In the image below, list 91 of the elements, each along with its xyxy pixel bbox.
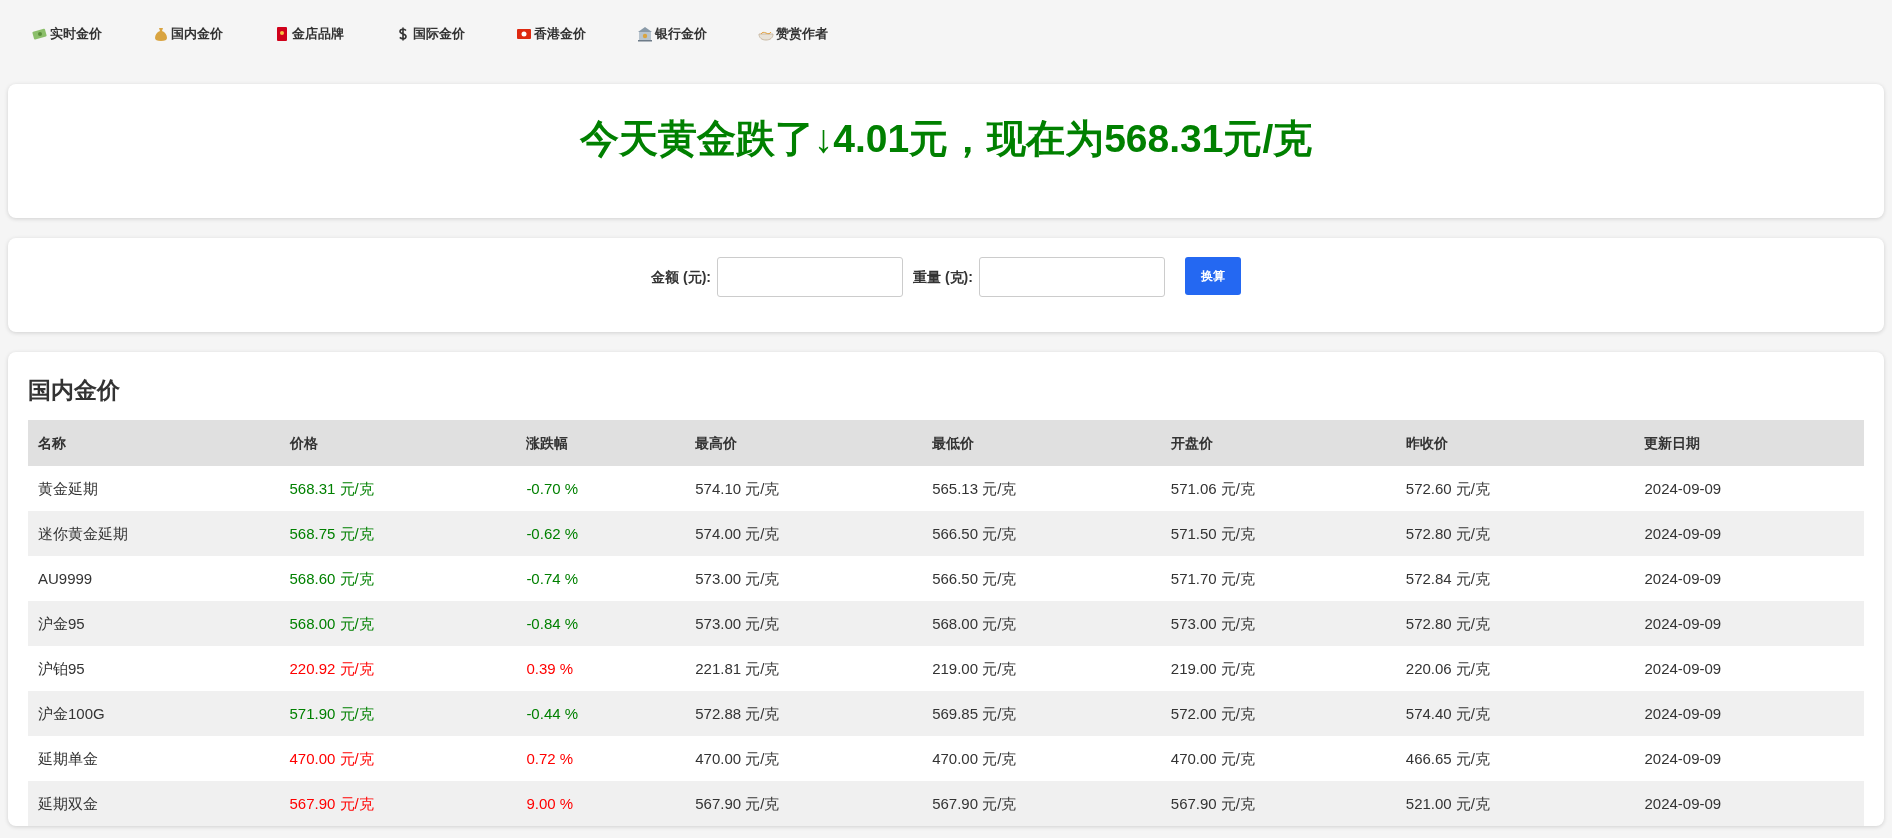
table-cell: 572.80 元/克 <box>1395 511 1635 556</box>
money-bag-icon <box>153 26 169 42</box>
table-cell: 572.60 元/克 <box>1395 466 1635 511</box>
column-header: 涨跌幅 <box>516 420 686 466</box>
table-cell: 220.06 元/克 <box>1395 646 1635 691</box>
table-cell: 2024-09-09 <box>1634 691 1864 736</box>
column-header: 更新日期 <box>1634 420 1864 466</box>
table-cell: 567.90 元/克 <box>279 781 517 826</box>
weight-label: 重量 (克): <box>913 268 973 287</box>
column-header: 名称 <box>28 420 280 466</box>
table-cell: 574.00 元/克 <box>685 511 923 556</box>
table-cell: 572.80 元/克 <box>1395 601 1635 646</box>
column-header: 最高价 <box>685 420 923 466</box>
table-cell: 572.00 元/克 <box>1160 691 1396 736</box>
table-cell: 沪金95 <box>28 601 280 646</box>
table-cell: 566.50 元/克 <box>922 511 1161 556</box>
bank-icon <box>637 26 653 42</box>
table-cell: 573.00 元/克 <box>1160 601 1396 646</box>
table-cell: -0.84 % <box>516 601 686 646</box>
table-cell: 2024-09-09 <box>1634 601 1864 646</box>
table-cell: 延期双金 <box>28 781 280 826</box>
column-header: 最低价 <box>922 420 1161 466</box>
table-cell: 黄金延期 <box>28 466 280 511</box>
weight-input[interactable] <box>978 257 1165 297</box>
section-title: 国内金价 <box>28 376 120 405</box>
table-cell: -0.70 % <box>516 466 686 511</box>
column-header: 开盘价 <box>1160 420 1396 466</box>
table-cell: 9.00 % <box>516 781 686 826</box>
table-cell: 571.90 元/克 <box>279 691 517 736</box>
table-cell: 延期单金 <box>28 736 280 781</box>
table-cell: 568.31 元/克 <box>279 466 517 511</box>
table-cell: 沪金100G <box>28 691 280 736</box>
table-cell: 466.65 元/克 <box>1395 736 1635 781</box>
table-cell: 2024-09-09 <box>1634 646 1864 691</box>
table-cell: 219.00 元/克 <box>1160 646 1396 691</box>
convert-button[interactable]: 换算 <box>1184 257 1241 295</box>
headline-text: 今天黄金跌了↓4.01元，现在为568.31元/克 <box>579 116 1313 160</box>
table-cell: 0.72 % <box>516 736 686 781</box>
table-cell: 219.00 元/克 <box>922 646 1161 691</box>
envelope-icon <box>274 26 290 42</box>
banknote-icon <box>32 26 48 42</box>
table-cell: 569.85 元/克 <box>922 691 1161 736</box>
table-cell: 571.70 元/克 <box>1160 556 1396 601</box>
table-cell: 572.88 元/克 <box>685 691 923 736</box>
table-cell: 565.13 元/克 <box>922 466 1161 511</box>
table-cell: 221.81 元/克 <box>685 646 923 691</box>
nav-link[interactable]: 银行金价 <box>637 26 758 42</box>
table-cell: 572.84 元/克 <box>1395 556 1635 601</box>
nav-link[interactable]: 实时金价 <box>32 26 153 42</box>
table-cell: 574.40 元/克 <box>1395 691 1635 736</box>
nav-link[interactable]: 金店品牌 <box>274 26 395 42</box>
table-cell: 0.39 % <box>516 646 686 691</box>
table-cell: 567.90 元/克 <box>685 781 923 826</box>
table-cell: 2024-09-09 <box>1634 736 1864 781</box>
table-cell: 470.00 元/克 <box>279 736 517 781</box>
table-cell: 567.90 元/克 <box>1160 781 1396 826</box>
nav-link[interactable]: 国际金价 <box>395 26 516 42</box>
nav-link[interactable]: 赞赏作者 <box>758 26 879 42</box>
table-cell: 2024-09-09 <box>1634 511 1864 556</box>
table-cell: 571.50 元/克 <box>1160 511 1396 556</box>
amount-input[interactable] <box>717 257 903 297</box>
table-cell: 470.00 元/克 <box>685 736 923 781</box>
table-cell: 568.60 元/克 <box>279 556 517 601</box>
table-cell: 568.00 元/克 <box>922 601 1161 646</box>
table-cell: 沪铂95 <box>28 646 280 691</box>
table-cell: 迷你黄金延期 <box>28 511 280 556</box>
table-cell: -0.44 % <box>516 691 686 736</box>
table-cell: 573.00 元/克 <box>685 556 923 601</box>
table-cell: 2024-09-09 <box>1634 556 1864 601</box>
table-cell: 571.06 元/克 <box>1160 466 1396 511</box>
nav-link[interactable]: 国内金价 <box>153 26 274 42</box>
table-cell: -0.62 % <box>516 511 686 556</box>
table-cell: 568.00 元/克 <box>279 601 517 646</box>
table-cell: 2024-09-09 <box>1634 781 1864 826</box>
amount-label: 金额 (元): <box>651 268 711 287</box>
table-cell: 568.75 元/克 <box>279 511 517 556</box>
table-cell: -0.74 % <box>516 556 686 601</box>
table-cell: 470.00 元/克 <box>922 736 1161 781</box>
table-cell: 2024-09-09 <box>1634 466 1864 511</box>
table-cell: 573.00 元/克 <box>685 601 923 646</box>
column-header: 价格 <box>279 420 517 466</box>
table-cell: 521.00 元/克 <box>1395 781 1635 826</box>
table-cell: 566.50 元/克 <box>922 556 1161 601</box>
table-cell: 567.90 元/克 <box>922 781 1161 826</box>
nav-link[interactable]: 香港金价 <box>516 26 637 42</box>
table-cell: 220.92 元/克 <box>279 646 517 691</box>
table-cell: 574.10 元/克 <box>685 466 923 511</box>
table-cell: 470.00 元/克 <box>1160 736 1396 781</box>
table-cell: AU9999 <box>28 556 280 601</box>
column-header: 昨收价 <box>1395 420 1635 466</box>
flag-icon <box>516 26 532 42</box>
